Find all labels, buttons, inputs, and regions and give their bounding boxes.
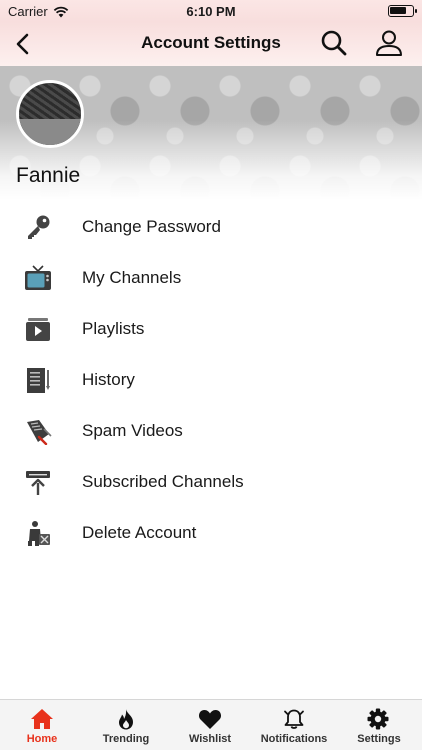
tab-label: Settings (357, 733, 401, 745)
navigation-bar: Account Settings (0, 22, 422, 66)
tab-notifications[interactable]: Notifications (252, 700, 336, 750)
menu-item-playlists[interactable]: Playlists (0, 304, 422, 355)
tab-label: Wishlist (188, 733, 232, 745)
tv-icon (25, 265, 51, 290)
menu-item-delete-account[interactable]: Delete Account (0, 508, 422, 559)
menu-item-label: My Channels (82, 268, 182, 287)
heart-icon (198, 710, 222, 729)
tab-settings[interactable]: Settings (336, 700, 422, 750)
tab-label: Notifications (260, 733, 328, 745)
menu-item-label: Change Password (82, 217, 221, 236)
tab-bar: Home Trending Wishlist Notifications Set… (0, 699, 422, 750)
spam-icon (27, 420, 52, 445)
status-bar: Carrier 6:10 PM (0, 0, 422, 22)
tab-home[interactable]: Home (0, 700, 84, 750)
user-icon[interactable] (374, 28, 404, 58)
page-title: Account Settings (141, 33, 281, 52)
menu-item-history[interactable]: History (0, 355, 422, 406)
playlist-icon (26, 318, 50, 341)
gear-icon (367, 708, 389, 730)
battery-icon (388, 5, 417, 17)
settings-menu: Change Password My Channels Playlists Hi… (0, 202, 422, 559)
tab-wishlist[interactable]: Wishlist (168, 700, 252, 750)
menu-item-spam-videos[interactable]: Spam Videos (0, 406, 422, 457)
tab-trending[interactable]: Trending (84, 700, 168, 750)
clock: 6:10 PM (186, 4, 236, 19)
subscribe-icon (26, 471, 50, 495)
flame-icon (119, 709, 133, 730)
bell-icon (284, 709, 304, 729)
menu-item-label: History (82, 370, 135, 389)
tab-label: Trending (102, 733, 150, 745)
menu-item-label: Spam Videos (82, 421, 183, 440)
profile-name: Fannie (16, 164, 81, 187)
home-icon (31, 709, 53, 729)
avatar[interactable] (16, 80, 84, 148)
key-icon (28, 215, 50, 239)
delete-account-icon (28, 521, 50, 546)
history-icon (27, 368, 50, 393)
menu-item-change-password[interactable]: Change Password (0, 202, 422, 253)
tab-label: Home (26, 733, 58, 745)
menu-item-subscribed-channels[interactable]: Subscribed Channels (0, 457, 422, 508)
search-icon[interactable] (320, 29, 348, 57)
menu-item-label: Subscribed Channels (82, 472, 244, 491)
menu-item-label: Playlists (82, 319, 145, 338)
menu-item-my-channels[interactable]: My Channels (0, 253, 422, 304)
menu-item-label: Delete Account (82, 523, 197, 542)
